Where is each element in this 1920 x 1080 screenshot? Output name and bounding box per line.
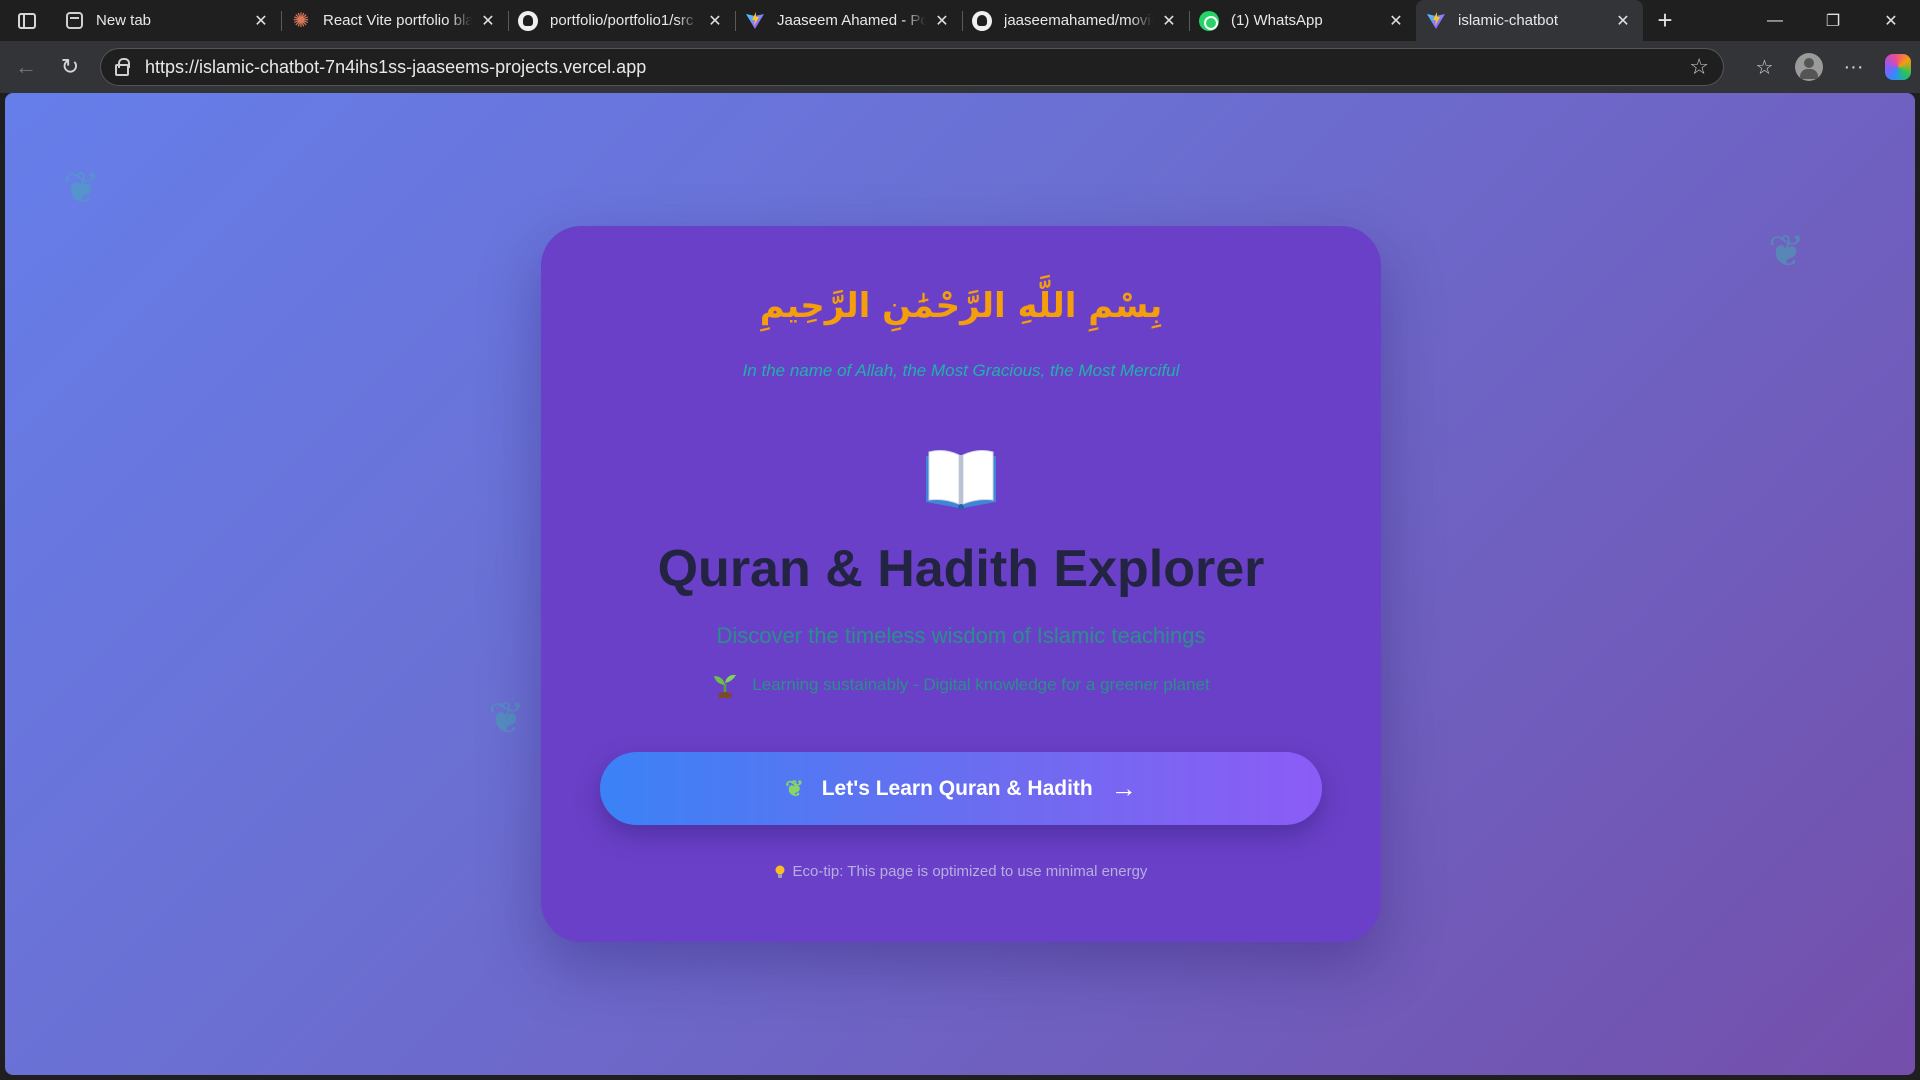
welcome-card: بِسْمِ اللَّهِ الرَّحْمَٰنِ الرَّحِيمِ I… [541,226,1381,942]
minimize-button[interactable]: — [1746,0,1804,41]
back-button[interactable]: ← [4,45,48,89]
leaf-decoration-icon: ❦ [1768,227,1805,276]
url-text[interactable]: https://islamic-chatbot-7n4ihs1ss-jaasee… [145,57,1689,78]
github-icon [972,10,992,31]
tab-actions-button[interactable] [0,0,54,41]
tab-title: New tab [96,12,152,29]
tab-whatsapp[interactable]: (1) WhatsApp ✕ [1189,0,1416,41]
tab-list: New tab ✕ ✺ React Vite portfolio blank ✕… [54,0,1643,41]
github-icon [518,10,538,31]
lightbulb-icon [775,865,785,879]
toolbar-right: ☆ ··· [1742,45,1920,89]
start-learning-label: Let's Learn Quran & Hadith [821,776,1093,800]
close-icon[interactable]: ✕ [478,11,498,31]
leaf-decoration-icon: ❦ [488,694,525,743]
close-icon[interactable]: ✕ [932,11,952,31]
address-bar[interactable]: https://islamic-chatbot-7n4ihs1ss-jaasee… [100,48,1724,86]
window-controls: — ❐ ✕ [1746,0,1920,41]
reload-button[interactable]: ↻ [48,45,92,89]
page-title: Quran & Hadith Explorer [657,540,1265,598]
tab-jaaseem-portfolio[interactable]: Jaaseem Ahamed - Portfolio ✕ [735,0,962,41]
favorites-icon[interactable]: ☆ [1742,45,1787,89]
bismillah-text: بِسْمِ اللَّهِ الرَّحْمَٰنِ الرَّحِيمِ [759,286,1163,326]
tab-title: islamic-chatbot [1458,12,1559,29]
copilot-icon[interactable] [1885,54,1911,80]
whatsapp-icon [1199,10,1219,31]
eco-message-text: Learning sustainably - Digital knowledge… [752,675,1210,694]
open-book-icon [922,446,1000,510]
tab-title: jaaseemahamed/movie [1004,12,1153,29]
eco-tip: Eco-tip: This page is optimized to use m… [541,863,1381,880]
tab-title: React Vite portfolio blank [323,12,472,29]
new-tab-button[interactable]: + [1643,0,1687,41]
favorite-star-icon[interactable]: ☆ [1689,54,1709,80]
vite-icon [745,11,765,31]
tab-title: Jaaseem Ahamed - Portfolio [777,12,926,29]
herb-icon: ❦ [785,775,804,801]
bismillah-translation: In the name of Allah, the Most Gracious,… [742,361,1180,380]
page-subtitle: Discover the timeless wisdom of Islamic … [716,623,1206,648]
restore-button[interactable]: ❐ [1804,0,1862,41]
browser-toolbar: ← ↻ https://islamic-chatbot-7n4ihs1ss-ja… [0,41,1920,93]
close-icon[interactable]: ✕ [1159,11,1179,31]
vite-icon [1426,11,1446,31]
tab-title: portfolio/portfolio1/src [550,12,694,29]
seedling-icon [712,672,738,698]
tab-react-vite[interactable]: ✺ React Vite portfolio blank ✕ [281,0,508,41]
tab-islamic-chatbot[interactable]: islamic-chatbot ✕ [1416,0,1643,41]
close-icon[interactable]: ✕ [251,11,271,31]
close-icon[interactable]: ✕ [1613,11,1633,31]
arrow-right-icon: → [1110,773,1137,803]
eco-message: Learning sustainably - Digital knowledge… [541,672,1381,698]
tab-new-tab[interactable]: New tab ✕ [54,0,281,41]
new-tab-icon [64,11,84,31]
tab-title: (1) WhatsApp [1231,12,1323,29]
tab-strip: New tab ✕ ✺ React Vite portfolio blank ✕… [0,0,1920,41]
sidebar-toggle-icon [18,12,36,29]
claude-icon: ✺ [292,9,310,32]
eco-tip-text: Eco-tip: This page is optimized to use m… [792,863,1148,880]
lock-icon[interactable] [115,57,130,76]
tab-portfolio-src[interactable]: portfolio/portfolio1/src ✕ [508,0,735,41]
start-learning-button[interactable]: ❦ Let's Learn Quran & Hadith → [600,752,1322,825]
profile-avatar[interactable] [1795,53,1823,81]
close-window-button[interactable]: ✕ [1862,0,1920,41]
page-viewport: ❦ ❦ ❦ بِسْمِ اللَّهِ الرَّحْمَٰنِ الرَّح… [5,93,1915,1075]
tab-movie-repo[interactable]: jaaseemahamed/movie ✕ [962,0,1189,41]
leaf-decoration-icon: ❦ [63,164,100,213]
close-icon[interactable]: ✕ [705,11,725,31]
close-icon[interactable]: ✕ [1386,11,1406,31]
more-menu-icon[interactable]: ··· [1831,45,1876,89]
